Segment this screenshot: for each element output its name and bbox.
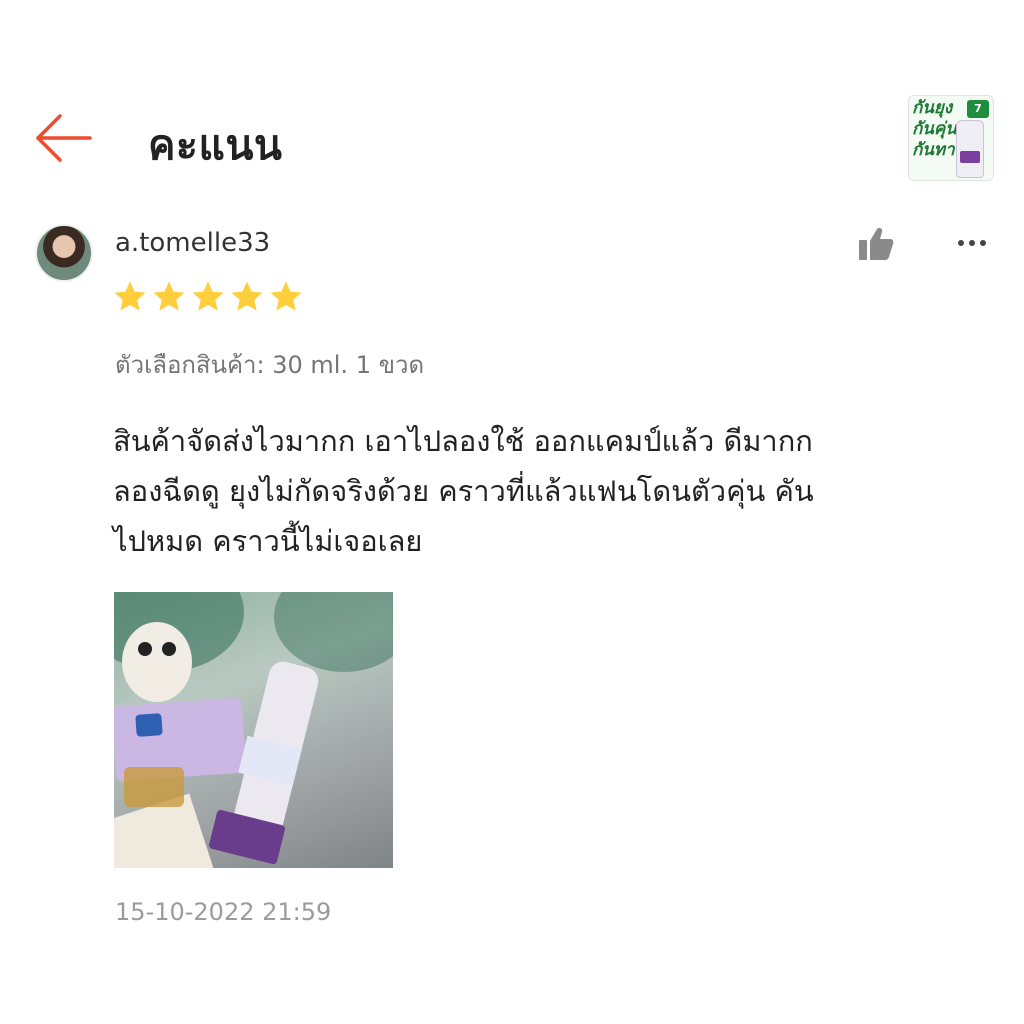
review-text: สินค้าจัดส่งไวมากก เอาไปลองใช้ ออกแคมป์แ… bbox=[113, 416, 993, 566]
page-title: คะแนน bbox=[148, 121, 283, 169]
product-variation: ตัวเลือกสินค้า: 30 ml. 1 ขวด bbox=[115, 351, 425, 379]
arrow-left-icon bbox=[32, 112, 96, 164]
review-timestamp: 15-10-2022 21:59 bbox=[115, 898, 332, 926]
star-icon bbox=[191, 280, 225, 314]
product-thumbnail-badge: 7 bbox=[967, 100, 989, 118]
review-text-line: ไปหมด คราวนี้ไม่เจอเลย bbox=[113, 524, 423, 558]
back-button[interactable] bbox=[32, 112, 96, 164]
review-photo[interactable] bbox=[114, 592, 393, 868]
rating-stars bbox=[113, 280, 308, 320]
spray-bottle-icon bbox=[956, 120, 984, 178]
more-horizontal-icon[interactable] bbox=[958, 228, 996, 258]
product-thumbnail[interactable]: กันยุง กันคุ่น กันทาก 7 bbox=[908, 95, 994, 181]
star-icon bbox=[152, 280, 186, 314]
header: คะแนน กันยุง กันคุ่น กันทาก 7 bbox=[0, 95, 1024, 195]
star-icon bbox=[269, 280, 303, 314]
star-icon bbox=[113, 280, 147, 314]
review-text-line: สินค้าจัดส่งไวมากก เอาไปลองใช้ ออกแคมป์แ… bbox=[113, 424, 813, 458]
review-text-line: ลองฉีดดู ยุงไม่กัดจริงด้วย คราวที่แล้วแฟ… bbox=[113, 474, 814, 508]
avatar[interactable] bbox=[35, 224, 93, 282]
star-icon bbox=[230, 280, 264, 314]
thumbs-up-icon[interactable] bbox=[856, 224, 896, 264]
username[interactable]: a.tomelle33 bbox=[115, 228, 270, 258]
